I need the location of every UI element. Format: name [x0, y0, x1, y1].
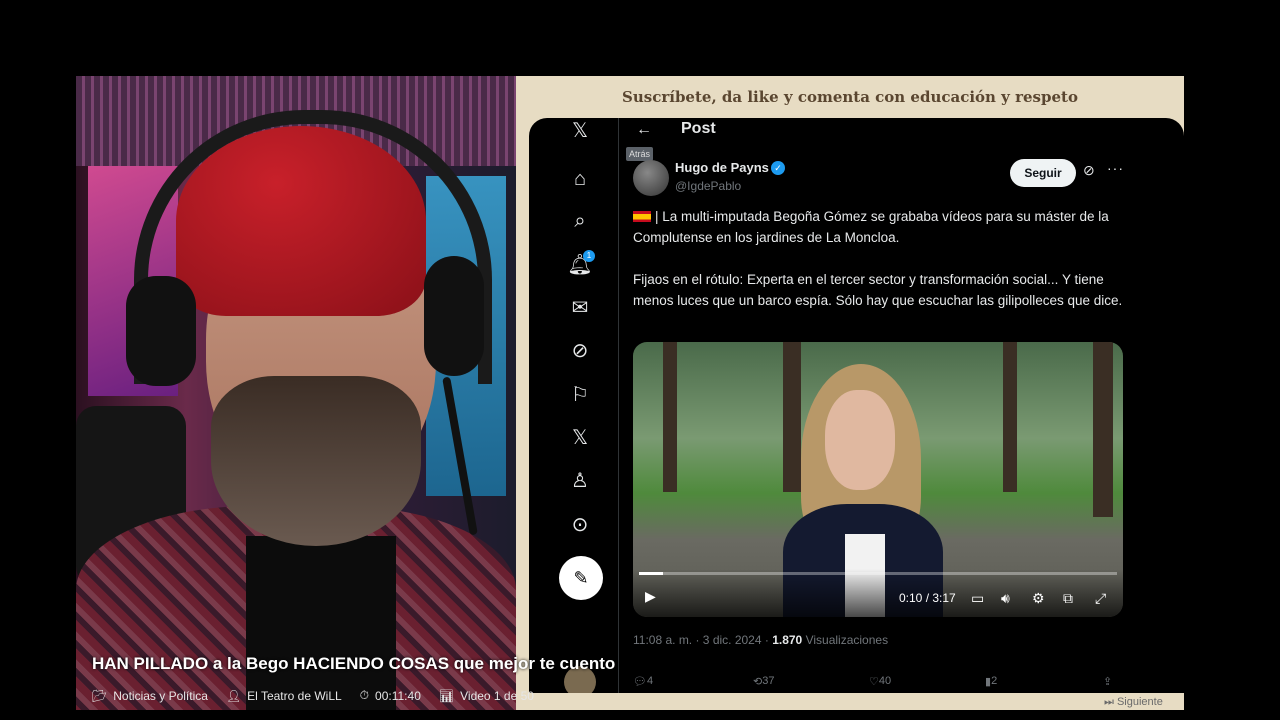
- video-controls: [633, 569, 1123, 617]
- spain-flag-icon: [633, 211, 651, 222]
- bookmark-button[interactable]: ▮ 2: [985, 675, 997, 688]
- profile-icon[interactable]: ♙: [567, 468, 593, 494]
- timer-icon: ⏱︎: [359, 688, 370, 702]
- grok-action-icon[interactable]: ⊘: [1083, 162, 1095, 179]
- post-text: | La multi-imputada Begoña Gómez se grab…: [633, 206, 1133, 332]
- webcam-feed: [76, 76, 516, 710]
- post-actions: 💬︎ 4 ⟲ 37 ♡ 40 ▮ 2 ⇪: [633, 675, 1133, 693]
- video-time: 0:10 / 3:17: [899, 591, 956, 605]
- mail-icon[interactable]: ✉: [567, 295, 593, 321]
- beard: [211, 376, 421, 546]
- embedded-video[interactable]: ▶ 0:10 / 3:17 ▭ 🔊︎ ⚙ ⧉ ⤢: [633, 342, 1123, 617]
- post-timestamp[interactable]: 11:08 a. m. · 3 dic. 2024 ·: [633, 633, 769, 647]
- video-tree: [663, 342, 677, 492]
- volume-icon[interactable]: 🔊︎: [1001, 590, 1010, 607]
- post-paragraph-2: Fijaos en el rótulo: Experta en el terce…: [633, 272, 1123, 308]
- playlist-position: Video 1 de 50: [460, 688, 534, 703]
- video-info-bar: 📂︎ Noticias y Política 👤︎ El Teatro de WiL…: [92, 688, 534, 703]
- bookmark-icon[interactable]: ⚐: [567, 382, 593, 408]
- repost-button[interactable]: ⟲ 37: [753, 675, 774, 688]
- share-icon[interactable]: ⇪: [1103, 675, 1112, 688]
- video-tree: [1093, 342, 1113, 517]
- next-label: Siguiente: [1116, 696, 1163, 708]
- views-count: 1.870: [772, 633, 803, 647]
- back-arrow-icon[interactable]: ←: [631, 118, 657, 142]
- follow-button[interactable]: Seguir: [1010, 159, 1076, 187]
- home-icon[interactable]: ⌂: [567, 166, 593, 192]
- author-handle[interactable]: @IgdePablo: [675, 179, 741, 193]
- post-meta: 11:08 a. m. · 3 dic. 2024 · 1.870 Visual…: [633, 633, 888, 647]
- bookmark-count: 2: [991, 675, 998, 687]
- more-options-icon[interactable]: ···: [1107, 160, 1124, 176]
- compose-icon[interactable]: ✎: [559, 556, 603, 600]
- x-sidebar: 𝕏 ⌂ ⌕ 🔔︎ 1 ✉ ⊘ ⚐ 𝕏 ♙ ⊙ ✎: [529, 118, 629, 693]
- views-label: Visualizaciones: [805, 633, 889, 647]
- like-button[interactable]: ♡ 40: [869, 675, 891, 688]
- folder-icon: 📂︎: [92, 688, 108, 703]
- more-circle-icon[interactable]: ⊙: [567, 512, 593, 538]
- category-label: Noticias y Política: [113, 688, 208, 703]
- post-paragraph-1: | La multi-imputada Begoña Gómez se grab…: [633, 209, 1109, 245]
- verified-icon: ✓: [771, 161, 785, 175]
- video-tree: [1003, 342, 1017, 492]
- like-count: 40: [878, 675, 892, 687]
- video-title: HAN PILLADO a la Bego HACIENDO COSAS que…: [92, 654, 616, 673]
- x-premium-icon[interactable]: 𝕏: [567, 425, 593, 451]
- video-progress[interactable]: [639, 572, 1117, 575]
- grok-icon[interactable]: ⊘: [567, 338, 593, 364]
- speaker-face: [825, 390, 895, 490]
- settings-icon[interactable]: ⚙: [1032, 590, 1045, 607]
- notifications-badge: 1: [583, 250, 595, 262]
- video-progress-fill: [639, 572, 663, 575]
- next-button[interactable]: ⏭ Siguiente: [1104, 696, 1163, 709]
- channel-label: El Teatro de WiLL: [247, 688, 342, 703]
- post-detail: ← Atrás Post Hugo de Payns ✓ @IgdePablo …: [619, 118, 1149, 693]
- back-tooltip: Atrás: [626, 147, 654, 161]
- video-frame: Suscríbete, da like y comenta con educac…: [76, 76, 1184, 710]
- user-icon: 👤︎: [225, 688, 242, 703]
- fullscreen-icon[interactable]: ⤢: [1095, 590, 1106, 607]
- shirt: [246, 536, 396, 710]
- captions-icon[interactable]: ▭: [971, 590, 984, 607]
- x-logo-icon[interactable]: 𝕏: [567, 118, 593, 144]
- play-icon[interactable]: ▶: [645, 588, 656, 605]
- reply-count: 4: [646, 675, 654, 687]
- x-window: 𝕏 ⌂ ⌕ 🔔︎ 1 ✉ ⊘ ⚐ 𝕏 ♙ ⊙ ✎ ← Atrás Post Hu…: [529, 118, 1184, 693]
- author-avatar[interactable]: [633, 160, 669, 196]
- screen-capture: Suscríbete, da like y comenta con educac…: [516, 76, 1184, 710]
- author-name[interactable]: Hugo de Payns: [675, 160, 769, 175]
- subscribe-banner: Suscríbete, da like y comenta con educac…: [622, 88, 1078, 106]
- bar-chart-icon: 📊︎: [438, 688, 455, 703]
- page-title: Post: [681, 120, 716, 137]
- search-icon[interactable]: ⌕: [567, 208, 593, 234]
- duration-label: 00:11:40: [375, 688, 421, 703]
- repost-count: 37: [762, 675, 775, 687]
- reply-button[interactable]: 💬︎ 4: [633, 675, 653, 688]
- pip-icon[interactable]: ⧉: [1063, 590, 1073, 607]
- headphone-left: [126, 276, 196, 386]
- headphone-right: [424, 256, 484, 376]
